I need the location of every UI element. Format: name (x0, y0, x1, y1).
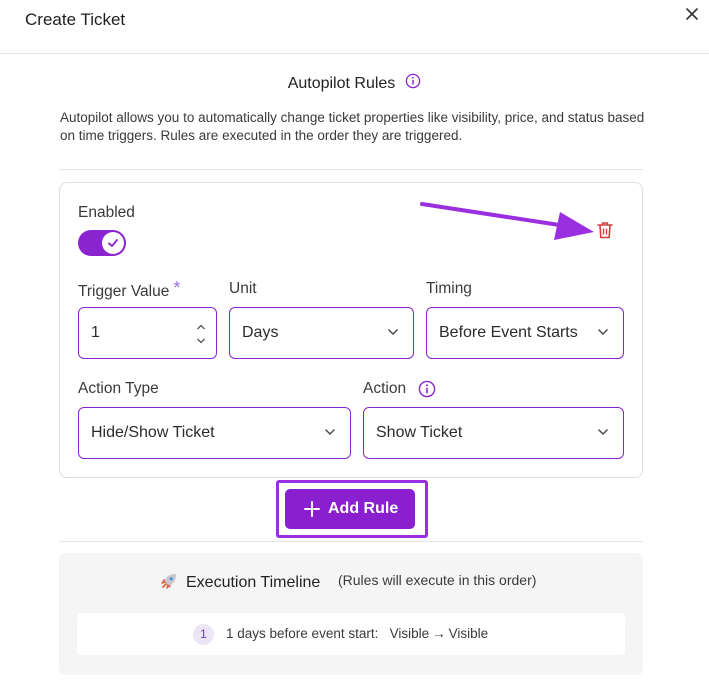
timeline-item-arrow: → (432, 626, 446, 641)
add-rule-button[interactable]: Add Rule (285, 489, 415, 529)
timeline-item-number: 1 (193, 624, 214, 645)
divider (59, 169, 643, 170)
add-rule-label: Add Rule (328, 500, 399, 517)
trash-icon (597, 222, 613, 239)
unit-select[interactable]: Days (229, 307, 414, 359)
timeline-subtitle: (Rules will execute in this order) (338, 572, 537, 588)
modal-header: Create Ticket (0, 0, 709, 54)
timing-select-value: Before Event Starts (439, 324, 578, 341)
action-label: Action (363, 380, 407, 397)
info-icon[interactable] (405, 73, 421, 89)
divider (59, 541, 643, 542)
enabled-label: Enabled (78, 204, 135, 221)
timing-select[interactable]: Before Event Starts (426, 307, 624, 359)
timeline-title-text: Execution Timeline (186, 574, 321, 592)
execution-timeline: Execution Timeline (Rules will execute i… (59, 553, 643, 675)
timeline-item-text: 1 days before event start: Visible → Visib… (226, 626, 488, 641)
plus-icon (304, 501, 320, 517)
unit-select-value: Days (242, 324, 279, 341)
rocket-icon (160, 572, 178, 590)
action-select[interactable]: Show Ticket (363, 407, 624, 459)
delete-rule-button[interactable] (596, 220, 614, 240)
trigger-value-label-text: Trigger Value (78, 283, 170, 300)
timeline-item-from: Visible (389, 626, 430, 641)
enabled-toggle[interactable] (78, 230, 126, 256)
timeline-item: 1 1 days before event start: Visible → Vis… (77, 613, 625, 655)
timing-label: Timing (426, 280, 472, 297)
section-title: Autopilot Rules (287, 75, 396, 92)
unit-label: Unit (229, 280, 257, 297)
chevron-down-icon (325, 429, 335, 435)
chevron-down-icon (598, 429, 608, 435)
section-description: Autopilot allows you to automatically ch… (60, 110, 645, 143)
trigger-value-input[interactable]: 1 (78, 307, 217, 359)
trigger-value-label: Trigger Value * (78, 278, 181, 301)
stepper-icon[interactable] (196, 322, 206, 346)
required-mark: * (173, 278, 181, 298)
trigger-value-text: 1 (91, 324, 100, 341)
action-type-label: Action Type (78, 380, 159, 397)
action-type-select-value: Hide/Show Ticket (91, 424, 215, 441)
check-icon (108, 239, 118, 247)
timeline-title: Execution Timeline (160, 572, 321, 592)
modal-title: Create Ticket (25, 10, 126, 29)
timeline-item-trigger: 1 days before event start: (226, 626, 379, 641)
timeline-item-to: Visible (448, 626, 489, 641)
action-type-select[interactable]: Hide/Show Ticket (78, 407, 351, 459)
chevron-down-icon (598, 329, 608, 335)
action-select-value: Show Ticket (376, 424, 463, 441)
toggle-knob (102, 232, 124, 254)
chevron-down-icon (388, 329, 398, 335)
info-icon[interactable] (418, 380, 436, 398)
section-heading: Autopilot Rules (0, 73, 709, 93)
close-icon[interactable] (681, 3, 703, 25)
